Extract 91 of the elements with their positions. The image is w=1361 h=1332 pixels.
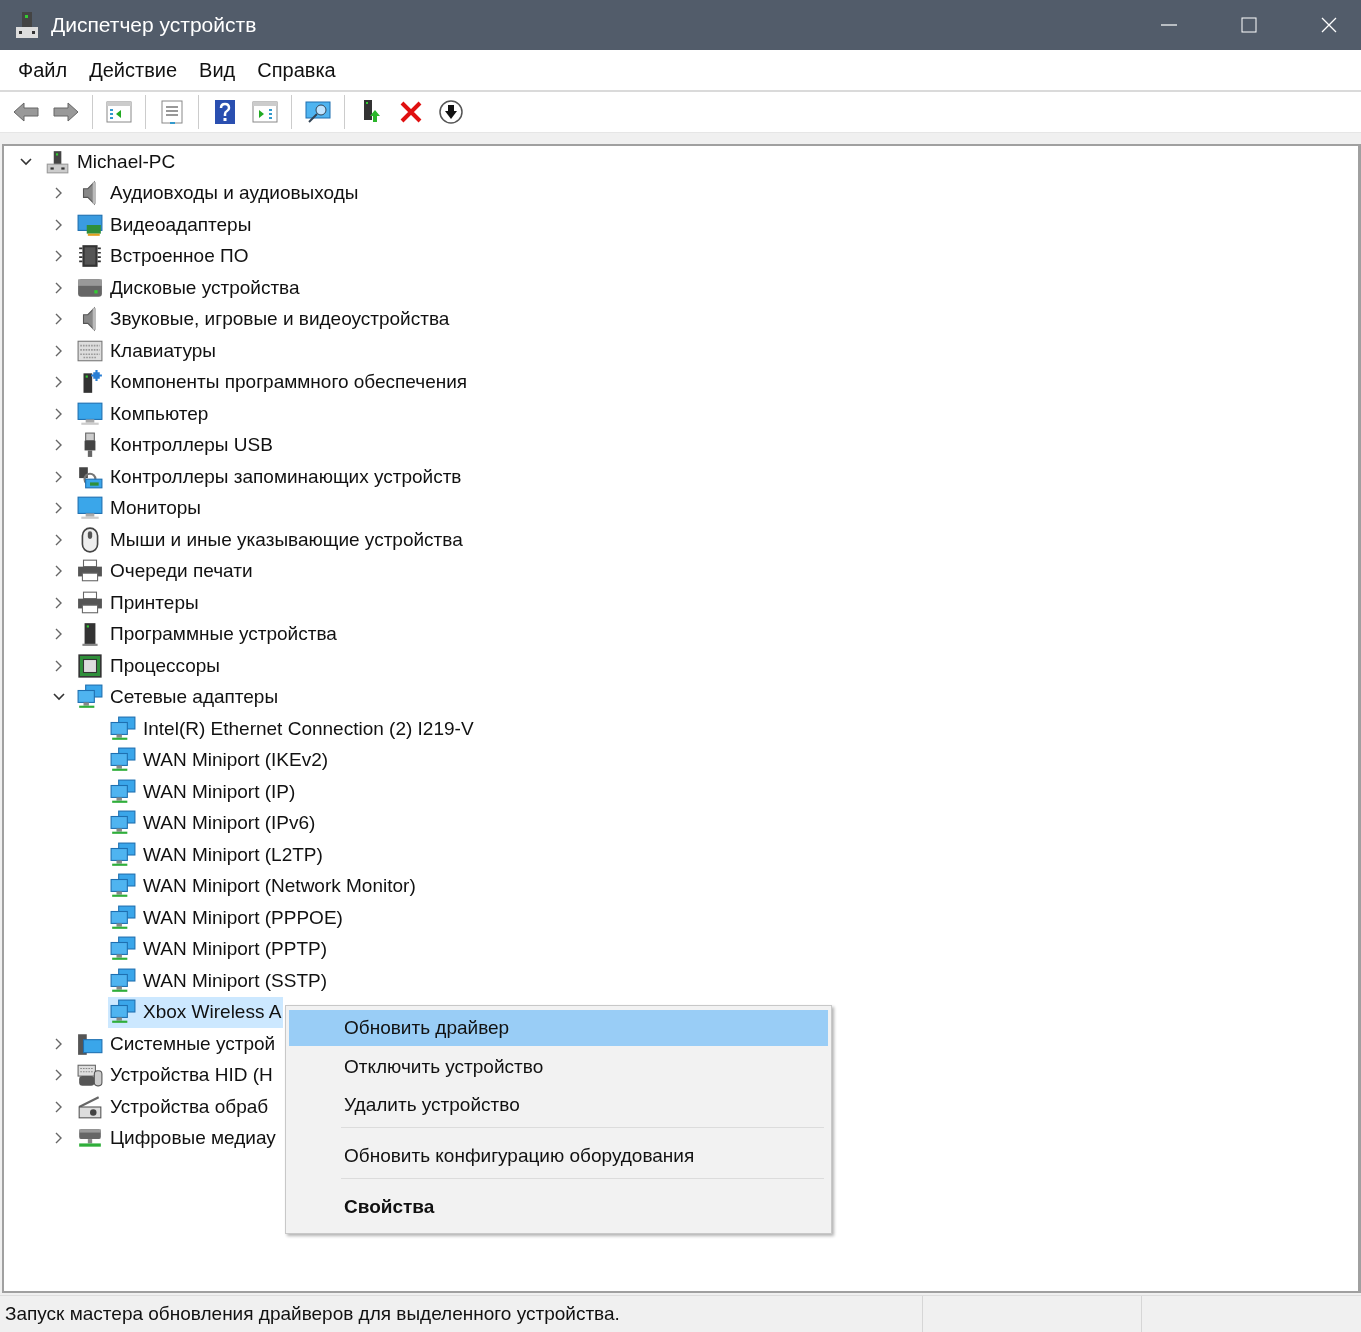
network-icon: [110, 967, 136, 994]
collapse-chevron-icon[interactable]: [19, 157, 32, 166]
network-icon: [110, 841, 136, 868]
tree-item[interactable]: WAN Miniport (L2TP): [108, 839, 325, 871]
tree-item[interactable]: Звуковые, игровые и видеоустройства: [75, 303, 452, 335]
properties-sheet-icon: [158, 98, 186, 126]
computer-icon: [44, 148, 70, 175]
monitor-icon: [77, 400, 103, 427]
tree-item[interactable]: WAN Miniport (IP): [108, 776, 298, 808]
expand-chevron-icon[interactable]: [54, 470, 63, 483]
expand-chevron-icon[interactable]: [54, 344, 63, 357]
close-icon: [1320, 17, 1337, 33]
expand-chevron-icon[interactable]: [54, 187, 63, 200]
window-title: Диспетчер устройств: [51, 13, 257, 37]
menu-item[interactable]: Вид: [188, 58, 247, 82]
processor-icon: [77, 652, 103, 679]
context-menu-item[interactable]: Удалить устройство: [289, 1087, 828, 1123]
monitor-icon: [77, 495, 103, 522]
expand-chevron-icon[interactable]: [54, 659, 63, 672]
expand-chevron-icon[interactable]: [54, 1132, 63, 1145]
network-icon: [110, 873, 136, 900]
tree-item[interactable]: Xbox Wireless A: [108, 996, 284, 1028]
tree-item[interactable]: Цифровые медиау: [75, 1122, 278, 1154]
menu-item[interactable]: Действие: [78, 58, 189, 82]
network-icon: [77, 684, 103, 711]
expand-chevron-icon[interactable]: [54, 1069, 63, 1082]
expand-chevron-icon[interactable]: [54, 502, 63, 515]
hid-icon: [77, 1062, 103, 1089]
tree-item[interactable]: Контроллеры USB: [75, 429, 275, 461]
context-menu-item[interactable]: Отключить устройство: [289, 1048, 828, 1085]
tree-item[interactable]: Очереди печати: [75, 555, 255, 587]
expand-chevron-icon[interactable]: [54, 439, 63, 452]
expand-chevron-icon[interactable]: [54, 1100, 63, 1113]
context-menu-item[interactable]: Обновить конфигурацию оборудования: [289, 1138, 828, 1174]
minimize-icon: [1160, 24, 1177, 26]
window-pane-icon: [105, 98, 133, 126]
network-icon: [110, 747, 136, 774]
network-icon: [110, 999, 136, 1026]
network-icon: [110, 778, 136, 805]
expand-chevron-icon[interactable]: [54, 565, 63, 578]
tree-item[interactable]: Мыши и иные указывающие устройства: [75, 524, 465, 556]
tree-item[interactable]: Контроллеры запоминающих устройств: [75, 461, 464, 493]
expand-chevron-icon[interactable]: [54, 281, 63, 294]
tree-item[interactable]: Сетевые адаптеры: [75, 681, 281, 713]
network-icon: [110, 810, 136, 837]
printer-icon: [77, 589, 103, 616]
expand-chevron-icon[interactable]: [54, 596, 63, 609]
tree-item[interactable]: Michael-PC: [42, 146, 178, 178]
expand-chevron-icon[interactable]: [54, 376, 63, 389]
tree-item[interactable]: Компьютер: [75, 398, 211, 430]
expand-chevron-icon[interactable]: [54, 407, 63, 420]
tree-item[interactable]: Устройства HID (H: [75, 1059, 275, 1091]
tree-item[interactable]: Встроенное ПО: [75, 240, 251, 272]
context-menu-item[interactable]: Обновить драйвер: [289, 1010, 828, 1046]
down-arrow-circle-icon: [437, 98, 465, 126]
tree-item[interactable]: Intel(R) Ethernet Connection (2) I219-V: [108, 713, 476, 745]
tree-item[interactable]: WAN Miniport (IKEv2): [108, 744, 331, 776]
expand-chevron-icon[interactable]: [54, 218, 63, 231]
tree-item[interactable]: Мониторы: [75, 492, 203, 524]
expand-chevron-icon[interactable]: [54, 628, 63, 641]
menu-item[interactable]: Файл: [7, 58, 79, 82]
maximize-icon: [1240, 17, 1257, 33]
chip-icon: [77, 243, 103, 270]
tree-item[interactable]: Устройства обраб: [75, 1091, 271, 1123]
tree-item[interactable]: Дисковые устройства: [75, 272, 302, 304]
tree-item[interactable]: WAN Miniport (IPv6): [108, 807, 318, 839]
menu-item[interactable]: Справка: [246, 58, 347, 82]
collapse-chevron-icon[interactable]: [52, 693, 65, 702]
expand-chevron-icon[interactable]: [54, 250, 63, 263]
app-icon: [15, 11, 39, 39]
tree-item[interactable]: Видеоадаптеры: [75, 209, 254, 241]
network-icon: [110, 715, 136, 742]
tree-item[interactable]: WAN Miniport (Network Monitor): [108, 870, 418, 902]
expand-chevron-icon[interactable]: [54, 1037, 63, 1050]
tree-item[interactable]: Системные устрой: [75, 1028, 278, 1060]
tree-item[interactable]: WAN Miniport (PPTP): [108, 933, 330, 965]
tree-item[interactable]: WAN Miniport (SSTP): [108, 965, 330, 997]
network-icon: [110, 936, 136, 963]
tree-item[interactable]: Клавиатуры: [75, 335, 218, 367]
expand-chevron-icon[interactable]: [54, 313, 63, 326]
tree-item[interactable]: Компоненты программного обеспечения: [75, 366, 470, 398]
network-icon: [110, 904, 136, 931]
window-pane-icon: [251, 98, 279, 126]
expand-chevron-icon[interactable]: [54, 533, 63, 546]
tree-item[interactable]: Программные устройства: [75, 618, 339, 650]
tree-item[interactable]: Аудиовходы и аудиовыходы: [75, 177, 361, 209]
context-menu-item[interactable]: Свойства: [289, 1189, 828, 1225]
status-text: Запуск мастера обновления драйверов для выделенного устройства.: [4, 1303, 621, 1325]
tree-item[interactable]: WAN Miniport (PPPOE): [108, 902, 345, 934]
tree-item[interactable]: Процессоры: [75, 650, 223, 682]
tree-item[interactable]: Принтеры: [75, 587, 201, 619]
